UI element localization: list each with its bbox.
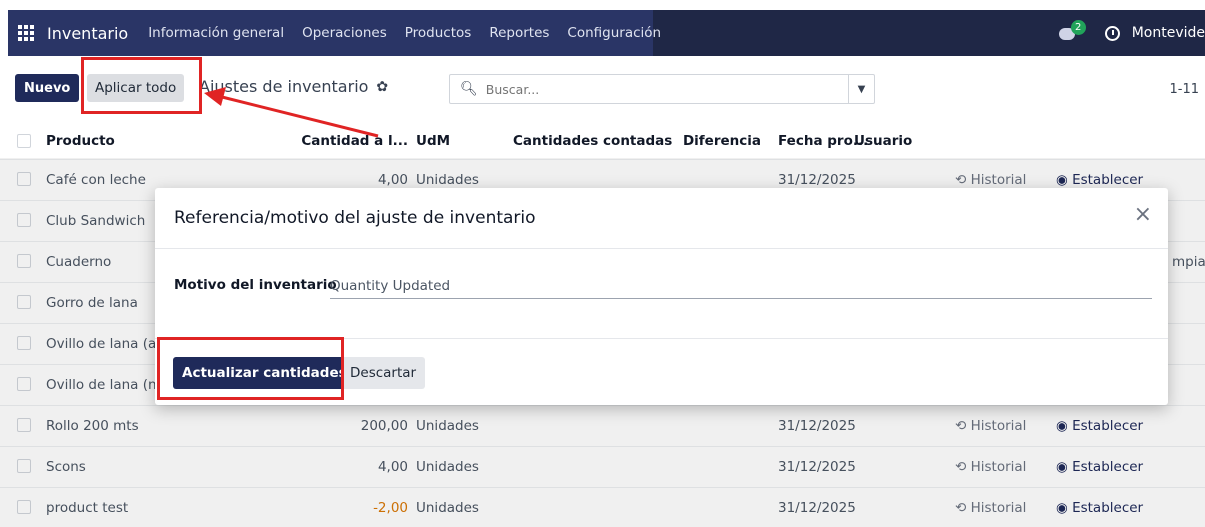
annotation-box-update: [157, 337, 344, 400]
search-input[interactable]: [485, 81, 836, 97]
col-quantity[interactable]: Cantidad a l...: [300, 133, 408, 149]
dialog-header: Referencia/motivo del ajuste de inventar…: [155, 188, 1168, 249]
discard-button[interactable]: Descartar: [341, 357, 426, 389]
menu-configuracion[interactable]: Configuración: [567, 25, 661, 41]
top-navbar: Inventario Información general Operacion…: [8, 10, 1205, 56]
gear-icon[interactable]: ✿: [376, 79, 388, 95]
search-icon: 🔍︎: [460, 81, 478, 97]
col-product[interactable]: Producto: [46, 133, 115, 149]
menu-productos[interactable]: Productos: [405, 25, 472, 41]
dialog-title: Referencia/motivo del ajuste de inventar…: [174, 208, 536, 228]
search-options-toggle[interactable]: ▼: [848, 75, 874, 103]
search-bar: 🔍︎ ▼: [449, 74, 875, 104]
select-all-checkbox[interactable]: [17, 134, 31, 148]
table-header: Producto Cantidad a l... UdM Cantidades …: [0, 124, 1205, 160]
menu-operaciones[interactable]: Operaciones: [302, 25, 387, 41]
chat-icon[interactable]: 2: [1058, 20, 1086, 42]
app-name[interactable]: Inventario: [47, 24, 128, 43]
col-udm[interactable]: UdM: [416, 133, 450, 149]
pager-value[interactable]: 1-11: [1169, 82, 1199, 97]
clock-icon[interactable]: [1104, 25, 1120, 41]
col-difference[interactable]: Diferencia: [677, 133, 761, 149]
menu-reportes[interactable]: Reportes: [489, 25, 549, 41]
apps-grid-icon[interactable]: [18, 25, 34, 41]
reason-input[interactable]: [330, 274, 1152, 299]
breadcrumb: Ajustes de inventario ✿: [199, 77, 388, 96]
company-switcher[interactable]: Montevide: [1132, 25, 1205, 41]
annotation-box-apply: [81, 57, 202, 114]
top-strip: [0, 0, 1205, 10]
page-title: Ajustes de inventario: [199, 77, 369, 96]
chat-badge: 2: [1070, 20, 1086, 35]
col-counted[interactable]: Cantidades contadas: [513, 133, 672, 149]
reason-label: Motivo del inventario: [174, 277, 337, 293]
col-user[interactable]: Usuario: [854, 133, 912, 149]
menu-informacion-general[interactable]: Información general: [148, 25, 284, 41]
new-button[interactable]: Nuevo: [15, 74, 80, 102]
close-icon[interactable]: ×: [1134, 204, 1152, 226]
